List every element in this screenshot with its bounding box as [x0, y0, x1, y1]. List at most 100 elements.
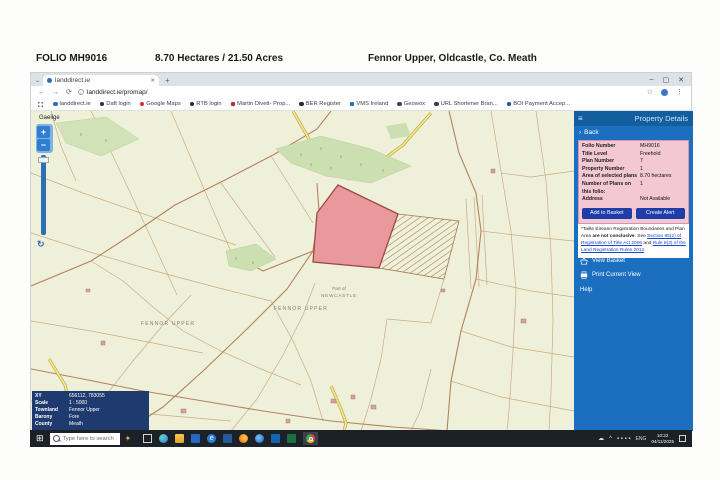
scale-value: 1 : 5000	[69, 400, 87, 407]
bookmark-item[interactable]: RTB login	[190, 101, 222, 107]
photos-icon[interactable]	[191, 434, 200, 443]
windows-taskbar: ⊞ Type here to search ✦ e ☁ ^	[30, 430, 692, 447]
minimize-button[interactable]: –	[650, 76, 654, 84]
forward-icon[interactable]: →	[52, 89, 59, 96]
create-alert-button[interactable]: Create Alert	[636, 208, 686, 219]
address-value: Not Available	[640, 196, 670, 204]
bookmark-item[interactable]: landdirect.ie	[53, 101, 91, 107]
file-explorer-icon[interactable]	[175, 434, 184, 443]
map-info-box: XY656112, 783055 Scale1 : 5000 TownlandF…	[32, 391, 149, 430]
task-view-icon[interactable]	[143, 434, 152, 443]
zoom-control: + −	[36, 124, 53, 153]
start-button[interactable]: ⊞	[36, 433, 44, 444]
basket-icon	[580, 257, 588, 265]
outlook-icon[interactable]	[271, 434, 280, 443]
townland-value: Fennor Upper	[69, 407, 100, 414]
bookmark-item[interactable]: BOI Payment Accep...	[507, 101, 570, 107]
townland-label: FENNOR UPPER	[274, 306, 328, 312]
bookmark-item[interactable]: Daft login	[100, 101, 131, 107]
tab-favicon-icon	[47, 78, 52, 83]
tray-icons[interactable]: ▪ ▪ ▪ ▪	[617, 436, 631, 442]
search-highlights-icon[interactable]: ✦	[125, 434, 132, 443]
tab-search-chevron-icon[interactable]: ⌄	[35, 77, 40, 84]
bookmark-item[interactable]: Martin Divett- Prop...	[231, 101, 291, 107]
view-basket-link[interactable]: View Basket	[580, 257, 625, 265]
edge-blue-icon[interactable]	[255, 434, 264, 443]
zoom-slider-track[interactable]	[41, 155, 46, 235]
search-icon	[53, 435, 60, 442]
language-toggle-link[interactable]: Gaeilge	[39, 115, 60, 121]
clock[interactable]: 10:22 04/11/2025	[651, 433, 674, 443]
newcastle-label: Part of	[332, 286, 346, 291]
window-controls: – ▢ ✕	[650, 76, 691, 86]
taskbar-search-input[interactable]: Type here to search	[50, 433, 120, 445]
onedrive-cloud-icon[interactable]: ☁	[598, 435, 604, 442]
system-tray: ☁ ^ ▪ ▪ ▪ ▪ ENG 10:22 04/11/2025	[598, 433, 692, 443]
bookmark-item[interactable]: BER Register	[299, 101, 341, 107]
bookmark-item[interactable]: URL Shortener Bran...	[434, 101, 498, 107]
mail-icon[interactable]	[223, 434, 232, 443]
property-number-value: 1	[640, 166, 643, 174]
close-button[interactable]: ✕	[678, 76, 684, 84]
plans-count-value: 1	[640, 181, 643, 196]
url-box[interactable]: i landdirect.ie/promap/	[78, 89, 148, 96]
language-indicator[interactable]: ENG	[636, 436, 647, 442]
tab-close-icon[interactable]: ✕	[150, 78, 155, 84]
zoom-slider-handle[interactable]	[38, 157, 49, 163]
tab-title: landdirect.ie	[55, 77, 147, 84]
browser-tab[interactable]: landdirect.ie ✕	[43, 75, 159, 86]
chrome-active-icon[interactable]	[303, 432, 318, 445]
printer-icon	[580, 271, 588, 279]
panel-header: ≡ Property Details	[574, 111, 693, 126]
area-value: 8.70 hectares	[640, 173, 671, 181]
disclaimer-note: *Tailte Éireann Registration Boundaries …	[578, 224, 689, 258]
hamburger-menu-icon[interactable]: ≡	[578, 114, 583, 123]
plan-number-value: 7	[640, 158, 643, 166]
bookmarks-bar: landdirect.ie Daft login Google Maps RTB…	[31, 98, 691, 111]
townland-label: FENNOR UPPER	[141, 321, 195, 327]
barony-value: Fore	[69, 414, 79, 421]
edge-icon[interactable]	[159, 434, 168, 443]
area-heading: 8.70 Hectares / 21.50 Acres	[155, 53, 283, 64]
back-link[interactable]: › Back	[579, 129, 599, 136]
bookmark-item[interactable]: VMS Ireland	[350, 101, 388, 107]
bookmark-item[interactable]: Geowox	[397, 101, 425, 107]
profile-avatar[interactable]	[661, 89, 668, 96]
firefox-icon[interactable]	[239, 434, 248, 443]
bookmark-star-icon[interactable]: ☆	[647, 88, 653, 96]
zoom-in-button[interactable]: +	[37, 126, 50, 138]
xy-value: 656112, 783055	[69, 393, 105, 400]
bookmark-item[interactable]: Google Maps	[140, 101, 181, 107]
tab-strip: ⌄ landdirect.ie ✕ + – ▢ ✕	[31, 73, 691, 86]
land-registry-map[interactable]: FENNOR UPPER FENNOR UPPER Part of NEWCAS…	[31, 111, 574, 431]
browser-window: ⌄ landdirect.ie ✕ + – ▢ ✕ ← → ⟳ i landdi…	[30, 72, 692, 447]
property-details-panel: ≡ Property Details › Back Folio NumberMH…	[574, 111, 693, 431]
help-link[interactable]: Help	[580, 287, 592, 293]
url-text[interactable]: landdirect.ie/promap/	[87, 89, 148, 96]
address-heading: Fennor Upper, Oldcastle, Co. Meath	[368, 53, 537, 64]
add-to-basket-button[interactable]: Add to Basket	[582, 208, 632, 219]
panel-title: Property Details	[635, 114, 688, 123]
folio-number-heading: FOLIO MH9016	[36, 53, 107, 64]
folio-details-card: Folio NumberMH9016 Title LevelFreehold P…	[578, 140, 689, 224]
title-level-value: Freehold	[640, 151, 660, 159]
zoom-out-button[interactable]: −	[37, 139, 50, 151]
browser-menu-icon[interactable]: ⋮	[676, 88, 683, 96]
county-value: Meath	[69, 421, 83, 428]
back-icon[interactable]: ←	[38, 89, 45, 96]
newcastle-label: NEWCASTLE	[321, 293, 357, 298]
apps-grid-icon[interactable]	[37, 101, 44, 108]
excel-icon[interactable]	[287, 434, 296, 443]
action-center-icon[interactable]	[679, 435, 686, 442]
maximize-button[interactable]: ▢	[663, 76, 670, 84]
print-current-view-link[interactable]: Print Current View	[580, 271, 641, 279]
internet-explorer-icon[interactable]: e	[207, 434, 216, 443]
hidden-icons-chevron[interactable]: ^	[609, 436, 612, 442]
new-tab-button[interactable]: +	[165, 76, 170, 85]
map-viewport[interactable]: FENNOR UPPER FENNOR UPPER Part of NEWCAS…	[31, 111, 574, 431]
map-refresh-icon[interactable]: ↻	[37, 239, 45, 250]
refresh-icon[interactable]: ⟳	[66, 88, 72, 96]
chevron-right-icon: ›	[579, 129, 581, 136]
site-info-icon[interactable]: i	[78, 89, 84, 95]
scanned-screenshot-page: FOLIO MH9016 8.70 Hectares / 21.50 Acres…	[0, 0, 720, 480]
